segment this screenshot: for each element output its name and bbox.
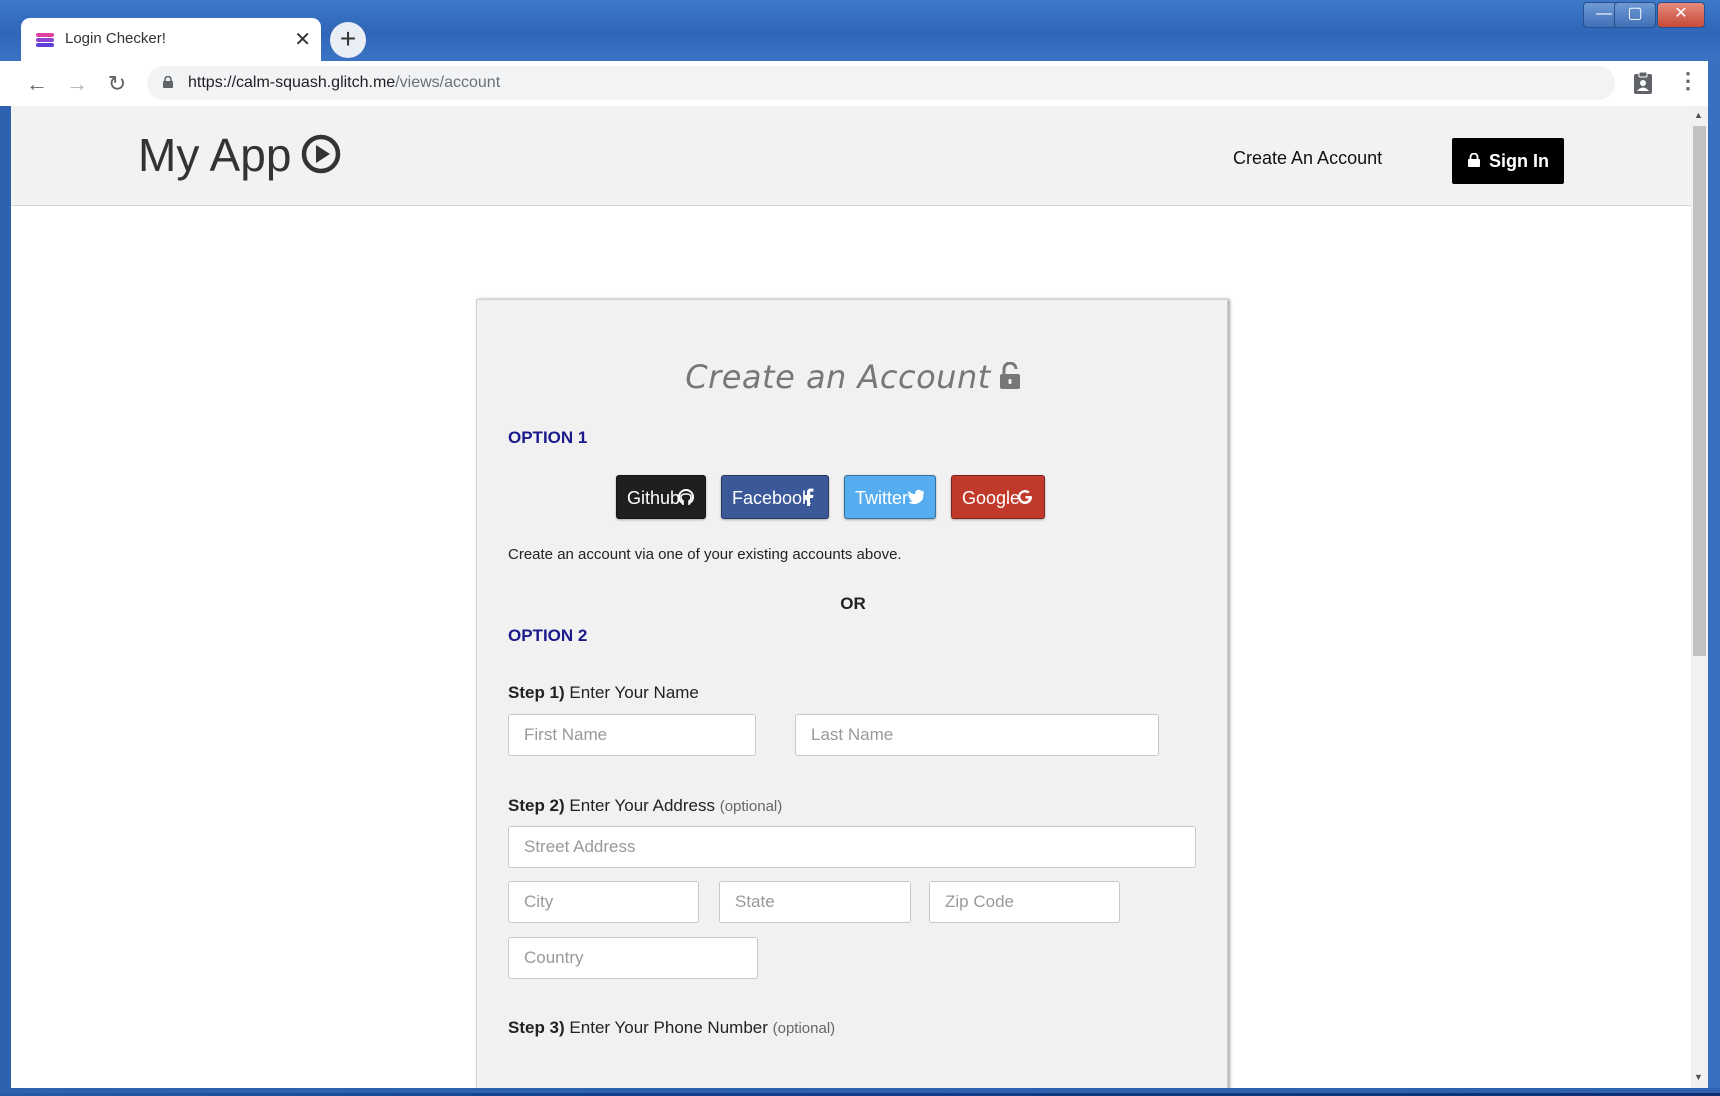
facebook-button[interactable]: Facebook	[721, 475, 829, 519]
tab-title: Login Checker!	[65, 30, 166, 47]
nav-create-account-link[interactable]: Create An Account	[1233, 148, 1382, 169]
app-header: My App Create An Account Sign In	[11, 106, 1691, 206]
last-name-field[interactable]	[795, 714, 1159, 756]
sign-in-label: Sign In	[1489, 151, 1549, 171]
state-field[interactable]	[719, 881, 911, 923]
clipboard-account-icon[interactable]	[1633, 71, 1653, 95]
twitter-button[interactable]: Twitter	[844, 475, 936, 519]
scroll-thumb[interactable]	[1693, 126, 1706, 656]
step-1-label: Step 1) Enter Your Name	[508, 683, 699, 702]
forward-arrow-icon[interactable]: →	[64, 71, 90, 97]
url-text: https://calm-squash.glitch.me/views/acco…	[188, 74, 501, 91]
back-arrow-icon[interactable]: ←	[24, 71, 50, 97]
github-icon	[678, 489, 694, 505]
social-description: Create an account via one of your existi…	[508, 546, 902, 563]
brand-logo[interactable]: My App	[138, 128, 341, 182]
sign-in-button[interactable]: Sign In	[1452, 138, 1564, 184]
step-3-label: Step 3) Enter Your Phone Number (optiona…	[508, 1018, 836, 1037]
github-button[interactable]: Github	[616, 475, 706, 519]
window-frame-left	[0, 106, 11, 1093]
google-icon	[1018, 489, 1032, 504]
google-button[interactable]: Google	[951, 475, 1045, 519]
maximize-button[interactable]: ▢	[1614, 2, 1656, 28]
favicon-icon	[36, 33, 54, 47]
scroll-up-arrow-icon[interactable]: ▲	[1694, 110, 1703, 120]
play-circle-icon	[302, 134, 341, 174]
browser-tab[interactable]: Login Checker! ✕	[21, 18, 321, 61]
window-frame-bottom	[0, 1088, 1720, 1093]
browser-menu-icon[interactable]: ⋮	[1677, 68, 1699, 94]
close-window-button[interactable]: ✕	[1657, 2, 1705, 28]
option-2-label: OPTION 2	[508, 626, 588, 645]
step-2-label: Step 2) Enter Your Address (optional)	[508, 796, 783, 815]
brand-name: My App	[138, 129, 292, 181]
facebook-icon	[804, 488, 814, 506]
country-field[interactable]	[508, 937, 758, 979]
first-name-field[interactable]	[508, 714, 756, 756]
page-viewport: My App Create An Account Sign In Create …	[11, 106, 1691, 1088]
city-field[interactable]	[508, 881, 699, 923]
zip-code-field[interactable]	[929, 881, 1120, 923]
address-bar[interactable]: https://calm-squash.glitch.me/views/acco…	[147, 66, 1615, 100]
unlock-icon	[999, 362, 1020, 389]
option-1-label: OPTION 1	[508, 428, 588, 447]
scroll-down-arrow-icon[interactable]: ▼	[1694, 1072, 1703, 1082]
twitter-icon	[908, 489, 924, 505]
lock-icon	[1468, 153, 1480, 167]
window-frame-right	[1708, 61, 1720, 1093]
or-divider: OR	[840, 594, 866, 613]
new-tab-button[interactable]: +	[330, 22, 366, 58]
browser-titlebar: Login Checker! ✕ + — ▢ ✕	[0, 0, 1720, 61]
page-scrollbar[interactable]: ▲ ▼	[1691, 106, 1708, 1088]
tab-close-icon[interactable]: ✕	[294, 27, 311, 52]
lock-icon	[163, 76, 173, 88]
create-account-card: Create an Account OPTION 1 Github Facebo…	[476, 299, 1228, 1088]
reload-icon[interactable]: ↻	[104, 71, 130, 97]
browser-window: Login Checker! ✕ + — ▢ ✕ ← → ↻ https://c…	[0, 0, 1720, 1093]
street-address-field[interactable]	[508, 826, 1196, 868]
card-title: Create an Account	[477, 358, 1229, 396]
browser-toolbar: ← → ↻ https://calm-squash.glitch.me/view…	[0, 61, 1720, 107]
